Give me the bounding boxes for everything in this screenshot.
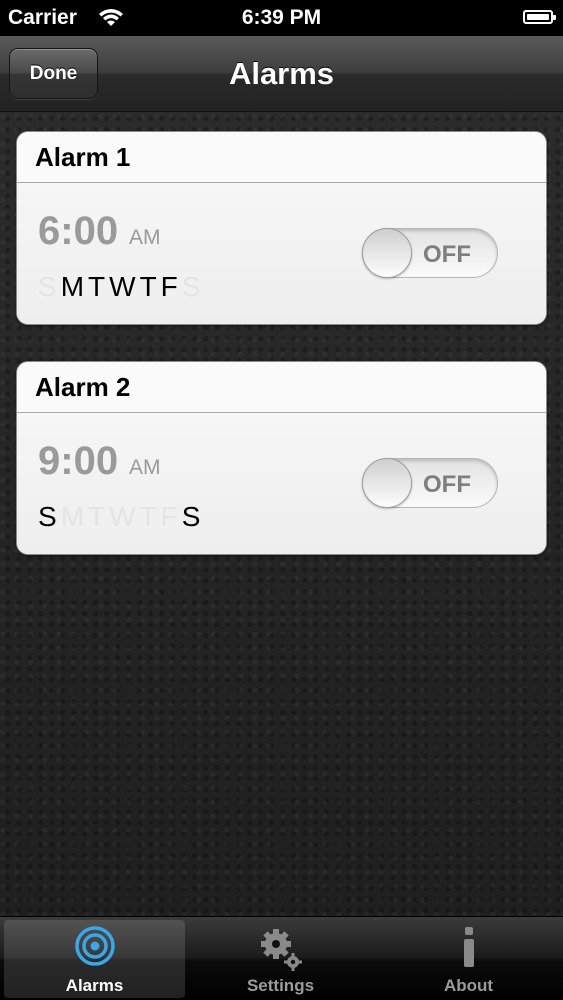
alarm-time: 9:00 [38,439,119,483]
alarm-list: Alarm 1 6:00 AM S M T W T F S OFF Alarm … [0,112,563,916]
tab-settings[interactable]: Settings [190,920,371,998]
alarm-name: Alarm 1 [17,132,546,183]
target-icon [74,926,115,966]
tab-bar: Alarms Settings About [0,916,563,1000]
toggle-knob[interactable] [362,228,412,278]
alarm-toggle[interactable]: OFF [362,458,498,508]
day-tuesday: T [88,271,106,302]
tab-label: About [443,976,494,995]
day-sunday: S [38,271,57,302]
day-wednesday: W [109,501,136,532]
day-monday: M [60,501,85,532]
tab-alarms[interactable]: Alarms [4,920,185,998]
day-saturday: S [181,271,201,302]
toggle-label: OFF [423,471,471,498]
battery-icon [523,10,556,24]
navigation-bar: Done Alarms [0,36,563,112]
day-tuesday: T [88,501,106,532]
day-wednesday: W [109,271,136,302]
repeat-days: S M T W T F S [38,271,200,303]
day-thursday: T [139,271,157,302]
alarm-details: 9:00 AM S M T W T F S OFF [17,413,546,554]
info-icon [463,927,474,967]
gears-icon [260,929,302,971]
alarm-card-2[interactable]: Alarm 2 9:00 AM S M T W T F S OFF [16,361,547,555]
tab-label: Settings [246,976,315,995]
page-title: Alarms [228,56,335,91]
day-sunday: S [38,501,57,532]
alarm-card-1[interactable]: Alarm 1 6:00 AM S M T W T F S OFF [16,131,547,325]
toggle-label: OFF [423,241,471,268]
alarm-time: 6:00 [38,209,119,253]
day-thursday: T [139,501,157,532]
tab-about[interactable]: About [378,920,559,998]
alarm-toggle[interactable]: OFF [362,228,498,278]
status-bar: Carrier 6:39 PM [0,0,563,36]
alarm-ampm: AM [129,456,161,479]
day-friday: F [160,271,178,302]
repeat-days: S M T W T F S [38,501,200,533]
alarm-details: 6:00 AM S M T W T F S OFF [17,183,546,324]
day-monday: M [60,271,85,302]
tab-label: Alarms [65,976,124,995]
day-saturday: S [181,501,201,532]
toggle-knob[interactable] [362,458,412,508]
alarm-name: Alarm 2 [17,362,546,413]
day-friday: F [160,501,178,532]
alarm-ampm: AM [129,226,161,249]
status-time: 6:39 PM [241,6,322,29]
